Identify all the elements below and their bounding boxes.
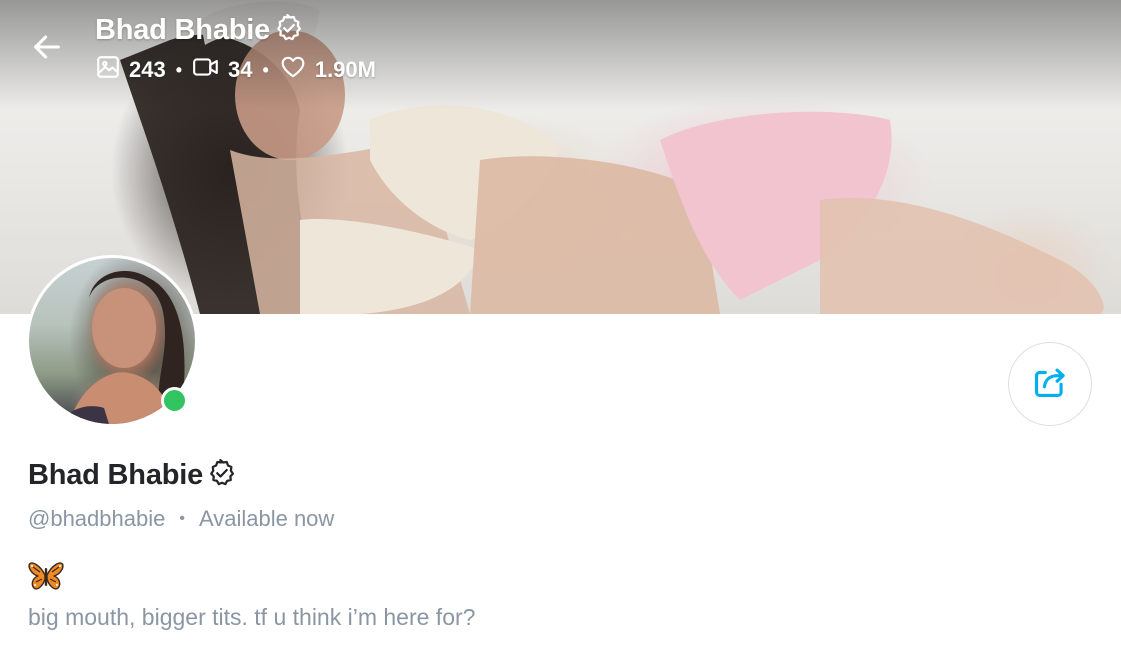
verified-badge-icon [207,458,237,493]
likes-count-value: 1.90M [314,57,376,82]
username: @bhadbhabie [28,506,166,531]
stat-separator: • [175,60,183,80]
online-status-indicator [161,387,188,414]
videos-count[interactable]: 34 [192,54,253,86]
likes-count: 1.90M [279,54,376,86]
share-button[interactable] [1008,342,1092,426]
profile-name: Bhad Bhabie [28,459,204,491]
video-icon [192,54,220,86]
heart-icon [279,54,307,86]
stat-separator: • [262,60,269,80]
back-button[interactable] [26,28,68,70]
verified-badge-icon [274,13,304,48]
header-info: Bhad Bhabie 243 • 34 • 1.90M [95,12,376,86]
profile-meta: @bhadbhabie • Available now [28,505,334,533]
butterfly-emoji-icon [28,560,64,592]
header-name-row: Bhad Bhabie [95,12,376,48]
profile-name-row: Bhad Bhabie [28,457,237,493]
videos-count-value: 34 [228,57,253,82]
availability-status: Available now [198,506,335,531]
meta-separator: • [179,510,185,527]
header-name: Bhad Bhabie [95,14,271,46]
avatar[interactable] [26,255,198,427]
bio-text: big mouth, bigger tits. tf u think i’m h… [28,604,476,630]
arrow-left-icon [30,30,64,69]
image-icon [95,54,121,86]
header-stats: 243 • 34 • 1.90M [95,54,376,86]
share-icon [1031,363,1069,406]
photos-count[interactable]: 243 [95,54,166,86]
photos-count-value: 243 [129,57,166,82]
